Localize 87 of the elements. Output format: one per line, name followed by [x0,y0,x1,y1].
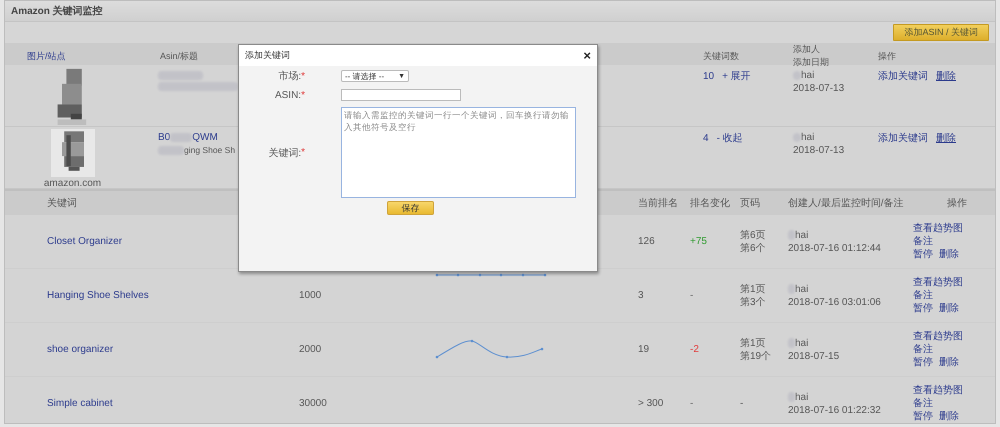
save-button[interactable]: 保存 [387,201,434,215]
monitor-time: 2018-07-16 01:22:32 [788,404,882,416]
column-header: Asin/标题 [159,50,198,62]
action-link[interactable]: 暂停 [913,356,933,369]
keyword-link[interactable]: Simple cabinet [5,398,113,409]
page-position: - [740,397,744,410]
column-header: 当前排名 [637,196,678,210]
action-link[interactable]: 备注 [913,343,995,356]
search-volume: 30000 [299,398,327,409]
date-text: 2018-07-13 [793,144,846,157]
keyword-count[interactable]: 10 [703,70,714,82]
required-mark: * [301,147,305,158]
rank-change: +75 [689,236,707,247]
keyword-link[interactable]: Hanging Shoe Shelves [5,290,149,301]
page-position: 第1页 [740,282,767,296]
action-link[interactable]: 添加关键词 [878,69,928,83]
action-link[interactable]: 备注 [913,289,995,302]
column-header: 创建人/最后监控时间/备注 [787,196,904,210]
page-position: 第1页 [740,336,767,350]
action-link[interactable]: 删除 [936,69,956,83]
keyword-link[interactable]: shoe organizer [5,344,114,355]
toggle-link[interactable]: + 展开 [722,69,751,83]
column-header: 添加日期 [793,56,830,69]
monitor-time: 2018-07-16 03:01:06 [788,296,882,308]
column-header: 关键词 [46,196,77,210]
search-volume: 1000 [299,290,322,301]
current-rank: 3 [637,290,644,301]
action-link[interactable]: 备注 [913,235,995,248]
window-title: Amazon 关键词监控 [11,4,103,18]
asin-link[interactable]: QWM [192,131,218,144]
product-title: ging Shoe Sh [184,144,236,157]
rank-change: - [689,398,694,409]
page-position: 第19个 [740,350,772,362]
search-volume: 2000 [299,344,322,355]
current-rank: > 300 [637,398,664,409]
site-label: amazon.com [44,178,102,189]
field-label: ASIN: [274,90,302,100]
required-mark: * [301,70,305,82]
page-position: 第6页 [740,228,767,242]
keyword-link[interactable]: Closet Organizer [5,236,122,247]
user-name: hai [795,228,808,242]
toggle-link[interactable]: - 收起 [716,131,743,145]
action-link[interactable]: 暂停 [913,248,933,261]
close-button[interactable]: × [583,48,591,63]
action-link[interactable]: 删除 [939,356,959,369]
dialog-title: 添加关键词 [245,49,290,62]
column-header: 操作 [947,197,967,210]
column-header: 操作 [877,50,896,62]
action-link[interactable]: 删除 [939,302,959,315]
column-header: 添加人 [793,43,821,56]
asin-link[interactable]: B0 [158,131,170,144]
action-link[interactable]: 查看趋势图 [913,384,995,397]
date-text: 2018-07-13 [793,82,846,95]
current-rank: 19 [637,344,650,355]
action-link[interactable]: 添加关键词 [878,131,928,145]
column-header: 关键词数 [702,50,739,62]
monitor-time: 2018-07-16 01:12:44 [788,242,882,254]
action-link[interactable]: 查看趋势图 [913,330,995,343]
field-label: 市场: [278,70,302,83]
action-link[interactable]: 备注 [913,397,995,410]
keywords-textarea[interactable]: 请输入需监控的关键词一行一个关键词，回车换行请勿输入其他符号及空行 [341,107,576,198]
column-header: 排名变化 [689,196,730,210]
rank-change: -2 [689,344,699,355]
user-name: hai [795,336,808,350]
action-link[interactable]: 暂停 [913,410,933,423]
action-link[interactable]: 删除 [939,410,959,423]
add-asin-keyword-button[interactable]: 添加ASIN / 关键词 [893,24,989,41]
action-link[interactable]: 删除 [936,131,956,145]
user-name: hai [795,390,808,404]
column-header[interactable]: 图片/站点 [5,50,66,62]
user-name: hai [801,131,814,144]
field-label: 关键词: [268,146,302,160]
user-name: hai [801,69,814,82]
column-header: 页码 [739,197,760,210]
action-link[interactable]: 查看趋势图 [913,222,995,235]
monitor-time: 2018-07-15 [788,350,840,362]
action-link[interactable]: 删除 [939,248,959,261]
rank-change: - [689,290,694,301]
asin-input[interactable] [341,89,461,101]
action-link[interactable]: 查看趋势图 [913,276,995,289]
current-rank: 126 [637,236,655,247]
page-position: 第6个 [740,242,767,254]
user-name: hai [795,282,808,296]
page-position: 第3个 [740,296,767,308]
action-link[interactable]: 暂停 [913,302,933,315]
required-mark: * [301,90,305,100]
keyword-count[interactable]: 4 [703,132,709,144]
